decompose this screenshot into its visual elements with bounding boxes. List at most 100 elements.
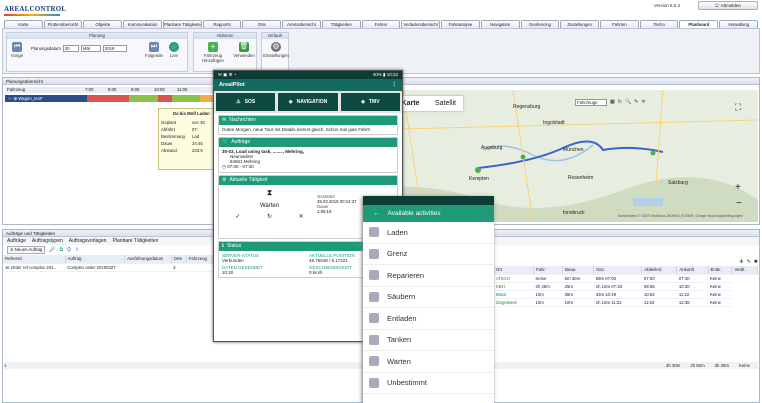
column-header[interactable]: Ablieferd [641,266,678,275]
table-row[interactable]: Je Order ref complex 201.. Complex order … [3,263,213,272]
refresh-icon[interactable]: ↻ [618,99,622,105]
edit-icon[interactable]: ✎ [634,99,638,105]
edit-stop-icon[interactable]: ✎ [747,259,751,265]
tab-11[interactable]: Fahranalyse [441,20,480,28]
pause-icon[interactable]: ↻ [267,213,272,220]
column-header[interactable]: Ende [708,266,733,275]
orders-card[interactable]: 🛒 Aufträge 30-03, Load using task, ......… [218,137,398,173]
activity-item[interactable]: Entladen [363,308,494,330]
column-header[interactable]: Ankunft [676,266,709,275]
table-row[interactable]: KBH 2h 45m 25m 1h 15m 07:33 08:55 10:30 Keine [494,282,758,291]
new-order-button[interactable]: ⊕ Neuen Auftrag [7,246,46,254]
tmv-button[interactable]: ◈ TMV [340,93,400,111]
tab-17[interactable]: Planboard [679,20,719,28]
remove-button[interactable]: 🗑 Verwenden [232,42,256,58]
search-icon[interactable]: 🔎 [49,247,55,253]
next-icon: ⏭ [149,42,159,52]
confirm-icon[interactable]: ✓ [235,213,240,220]
logout-button[interactable]: ⎋ Abmelden [698,1,758,10]
tab-8[interactable]: Tätigkeiten [321,20,361,28]
status-time: 10:22 [386,72,398,77]
map-toolbar: Fahrzeuge ▦ ↻ 🔍 ✎ ✕ [575,98,646,106]
zoom-icon[interactable]: 🔍 [625,99,631,105]
activity-item[interactable]: Unbestimmt [363,373,494,394]
tab-6[interactable]: Orte [242,20,282,28]
column-header[interactable]: Gez. [593,266,643,275]
activity-item[interactable]: Reparieren [363,265,494,287]
filter-icon[interactable]: ⛭ [67,247,71,253]
column-header[interactable]: Referenz [3,255,66,264]
column-header[interactable]: Fahrzeug [186,255,214,264]
tab-7[interactable]: Arretsübersicht [282,20,321,28]
fullscreen-icon[interactable]: ⛶ [735,102,741,113]
table-cell: Ziegelwerk [494,298,534,307]
activity-item[interactable]: Tanken [363,330,494,351]
close-icon[interactable]: ✕ [641,99,645,105]
tooltip-value: 34:45 [192,141,203,146]
add-stop-icon[interactable]: ✚ [739,259,743,265]
activity-item[interactable]: Warten [363,351,494,373]
previous-button[interactable]: ⏮ Vorige [10,42,24,58]
map-tab-satellite[interactable]: Satellit [428,100,463,107]
column-header[interactable]: Auftrag [65,255,126,264]
activity-icon [369,270,379,281]
tab-0[interactable]: Karte [4,20,43,28]
month-select[interactable]: Mär [80,45,101,52]
tab-4[interactable]: Planbare Tätigkeiten [162,20,202,28]
column-header[interactable]: Orte [171,255,187,264]
export-icon[interactable]: ⇪ [75,247,79,253]
activity-item[interactable]: Säubern [363,287,494,308]
tooltip-value: 07: [192,127,198,132]
table-row[interactable]: Macit 10m 38m 43m 10:49 10:62 11:22 Keine [494,290,758,299]
copy-icon[interactable]: ⧉ [60,247,64,253]
layers-icon[interactable]: ▦ [610,99,615,105]
tab-10[interactable]: Verladenübersicht [401,20,441,28]
navigation-button[interactable]: ◈ NAVIGATION [278,93,338,111]
column-header[interactable]: Verbl. [731,266,758,275]
tab-1[interactable]: Flottenübersicht [43,20,83,28]
total-value: Keine [739,363,750,368]
orders-tab-0[interactable]: Aufträge [7,238,26,244]
orders-tab-2[interactable]: Auftragsvorlagen [69,238,107,244]
city-label: München [563,147,584,153]
tab-5[interactable]: Rapports [202,20,242,28]
tab-3[interactable]: Kommunikation [123,20,162,28]
back-arrow-icon[interactable]: ← [373,210,380,217]
cancel-icon[interactable]: ✕ [299,213,304,220]
day-select[interactable]: 30 [62,45,79,52]
column-header[interactable]: Ort [494,266,534,275]
column-header[interactable]: Fahr. [533,266,564,275]
messages-card[interactable]: ✉ Nachrichten Guten Morgen, neue Tour mit … [218,115,398,135]
tab-15[interactable]: Fahrten [600,20,639,28]
table-row[interactable]: ATECH Keine 5m 30m 59m 07:00 07:00 07:30 Keine [494,274,758,283]
activity-item[interactable]: Laden [363,222,494,244]
orders-tab-3[interactable]: Planbare Tätigkeiten [113,238,159,244]
gantt-bars[interactable] [87,95,214,102]
activity-item[interactable]: Grenz [363,244,494,265]
zoom-out-button[interactable]: − [736,198,742,209]
column-header[interactable]: Ausführungsdatum [124,255,172,264]
tab-18[interactable]: Verwaltung [719,20,758,28]
year-select[interactable]: 2019 [102,45,127,52]
live-button[interactable]: Live [167,42,181,58]
orders-tab-1[interactable]: Auftragstypen [32,238,63,244]
current-activity-title: Aktuelle Tätigkeit [229,177,268,183]
vehicle-filter-select[interactable]: Fahrzeuge [575,98,607,106]
tab-2[interactable]: Objekte [83,20,123,28]
table-row[interactable]: Ziegelwerk 10m 10m 1h 15m 11:22 11:53 12:36 Ke… [494,298,758,307]
delete-stop-icon[interactable]: ✖ [754,259,758,265]
tab-16[interactable]: Techo [639,20,679,28]
zoom-in-button[interactable]: + [735,182,741,193]
remove-label: Verwenden [233,53,255,58]
sos-button[interactable]: ⚠ SOS [216,93,276,111]
tab-12[interactable]: Navigation [480,20,520,28]
next-button[interactable]: ⏭ Folgende [145,42,163,58]
settings-button[interactable]: ⚙ Einstellungen [263,42,289,58]
column-header[interactable]: Beau. [562,266,595,275]
table-cell: Keine [708,298,732,307]
add-vehicle-button[interactable]: + Fahrzeug Hinzufügen [196,42,230,63]
overflow-menu-icon[interactable]: ⋮ [392,82,398,88]
tab-9[interactable]: Fahrer [361,20,401,28]
tab-14[interactable]: Zustellungen [560,20,600,28]
tab-13[interactable]: Geofencing [520,20,560,28]
